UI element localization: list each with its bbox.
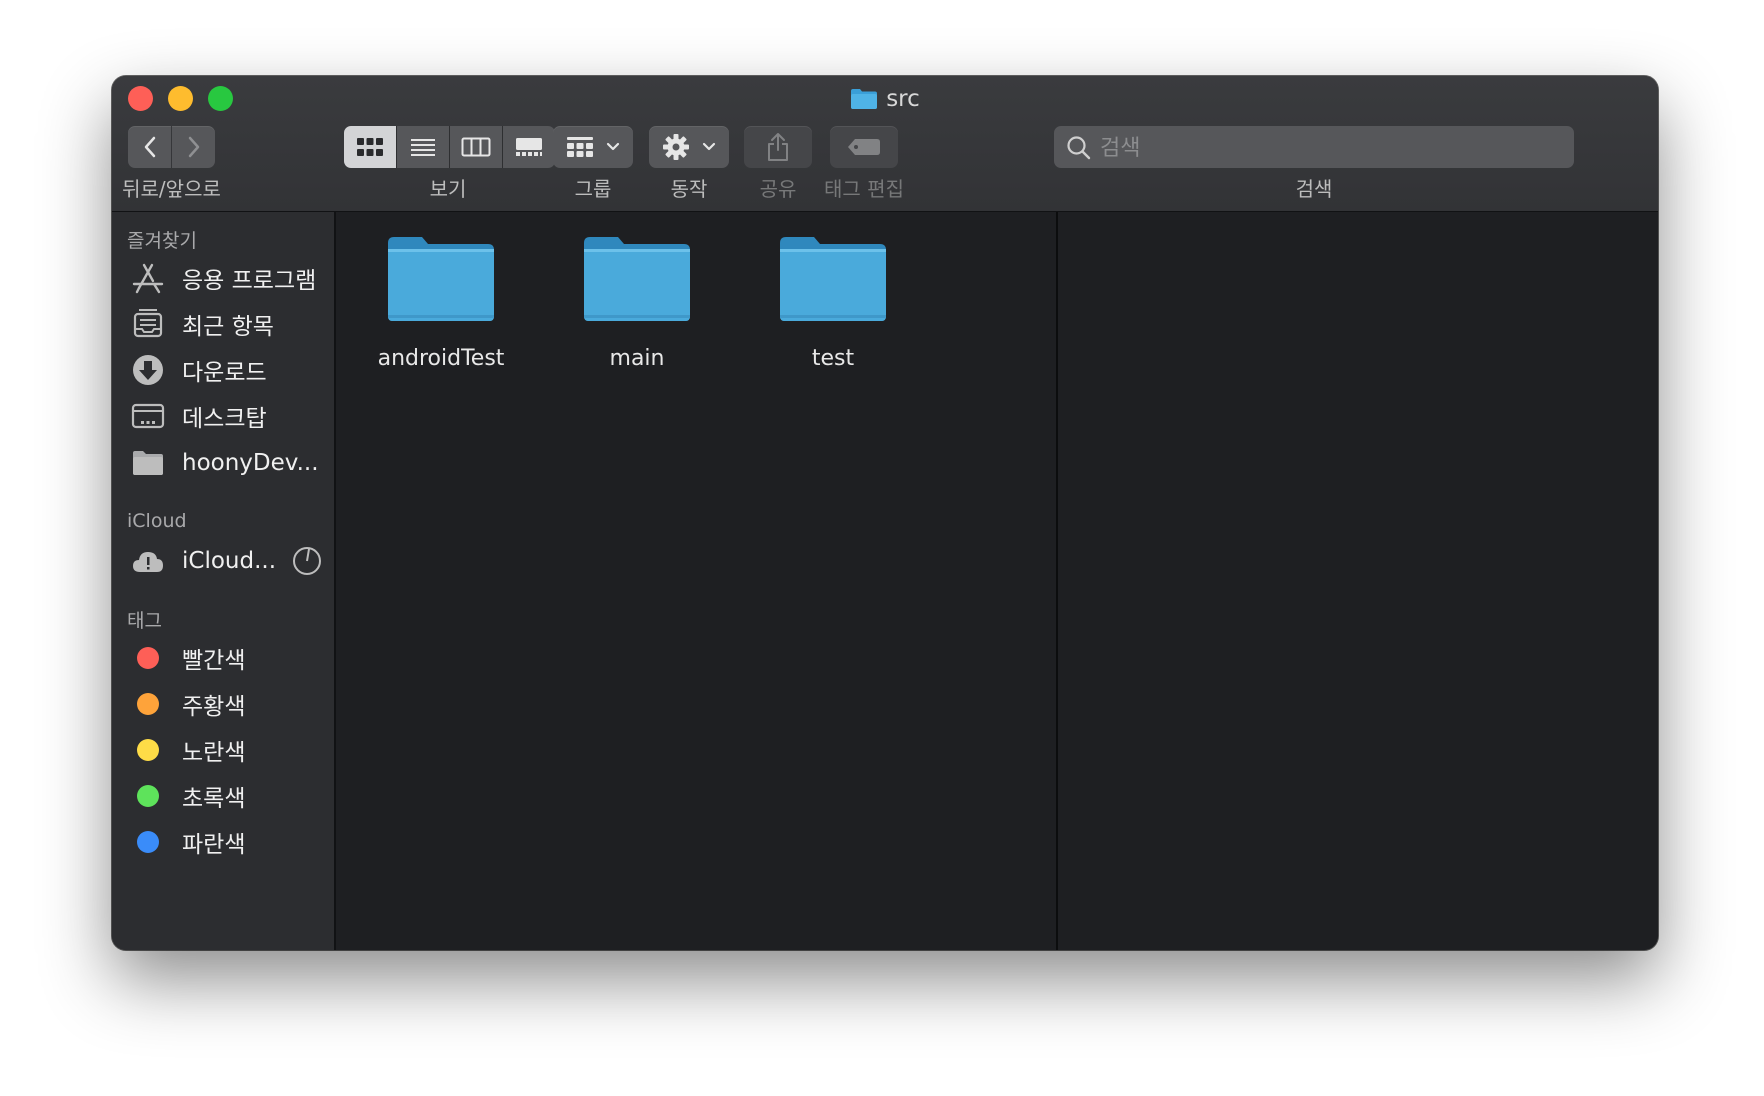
- downloads-icon: [128, 351, 168, 389]
- sidebar-item-label: 초록색: [182, 786, 246, 812]
- recents-icon: [128, 305, 168, 343]
- sidebar-item-desktop[interactable]: 데스크탑: [128, 397, 267, 435]
- sidebar-tag-orange[interactable]: 주황색: [128, 685, 245, 723]
- sidebar-item-label: 주황색: [182, 694, 246, 720]
- gallery-view-button[interactable]: [503, 126, 555, 168]
- folder-icon: [128, 444, 168, 482]
- view-label: 보기: [429, 177, 467, 201]
- icon-view-button[interactable]: [344, 126, 397, 168]
- tag-dot-green-icon: [137, 785, 159, 807]
- folder-icon: [584, 237, 690, 321]
- back-button[interactable]: [128, 126, 171, 168]
- search-field[interactable]: [1054, 126, 1574, 170]
- desktop-icon: [128, 397, 168, 435]
- gallery-icon: [516, 138, 542, 156]
- sidebar-item-label: 데스크탑: [182, 406, 267, 432]
- toolbar: src 뒤로/앞으로 보기 그룹 동작 공유 태그 편집 검색 검색: [112, 76, 1658, 212]
- gear-icon: [663, 134, 689, 160]
- applications-icon: [128, 259, 168, 297]
- folder-icon: [388, 237, 494, 321]
- sidebar-item-label: 최근 항목: [182, 314, 274, 340]
- sidebar-item-folder[interactable]: hoonyDev...: [128, 444, 319, 482]
- favorites-header: 즐겨찾기: [127, 230, 197, 252]
- action-button[interactable]: [649, 126, 729, 168]
- sidebar-item-label: iCloud...: [182, 548, 277, 574]
- tag-dot-blue-icon: [137, 831, 159, 853]
- sidebar-item-label: 다운로드: [182, 360, 267, 386]
- share-icon: [768, 133, 788, 161]
- sidebar-item-applications[interactable]: 응용 프로그램: [128, 259, 316, 297]
- tag-dot-red-icon: [137, 647, 159, 669]
- sidebar-item-icloud-drive[interactable]: iCloud...: [128, 542, 322, 580]
- nav-label: 뒤로/앞으로: [122, 177, 221, 201]
- progress-pie-icon: [293, 547, 322, 575]
- file-item[interactable]: androidTest: [356, 236, 526, 371]
- icloud-icon: [128, 542, 168, 580]
- file-item[interactable]: test: [748, 236, 918, 371]
- group-grid-icon: [567, 137, 593, 157]
- window-title-text: src: [886, 86, 920, 112]
- sidebar-item-label: 노란색: [182, 740, 246, 766]
- window-title: src: [112, 82, 1658, 116]
- grid-icon: [357, 138, 383, 156]
- share-label: 공유: [759, 177, 797, 201]
- edit-tags-button[interactable]: [830, 126, 898, 168]
- group-label: 그룹: [574, 177, 612, 201]
- tag-dot-orange-icon: [137, 693, 159, 715]
- chevron-down-icon: [606, 142, 620, 151]
- chevron-left-icon: [144, 136, 155, 158]
- list-view-button[interactable]: [397, 126, 450, 168]
- sidebar-tag-red[interactable]: 빨간색: [128, 639, 245, 677]
- icloud-header: iCloud: [127, 510, 187, 532]
- preview-pane: [1056, 212, 1658, 950]
- sidebar-item-label: hoonyDev...: [182, 450, 319, 476]
- folder-icon: [850, 86, 878, 120]
- sidebar-item-label: 파란색: [182, 832, 246, 858]
- sidebar-tag-yellow[interactable]: 노란색: [128, 731, 245, 769]
- sidebar-tag-blue[interactable]: 파란색: [128, 823, 245, 861]
- finder-window: src 뒤로/앞으로 보기 그룹 동작 공유 태그 편집 검색 검색 즐겨찾기 …: [112, 76, 1658, 950]
- sidebar-tag-green[interactable]: 초록색: [128, 777, 245, 815]
- sidebar-item-label: 빨간색: [182, 648, 246, 674]
- chevron-down-icon: [702, 142, 716, 151]
- view-mode-control: [344, 126, 555, 168]
- column-view-button[interactable]: [450, 126, 503, 168]
- file-name: main: [609, 346, 665, 371]
- file-name: androidTest: [377, 346, 505, 371]
- file-browser: androidTest main test: [336, 212, 1054, 950]
- edit-tags-label: 태그 편집: [824, 177, 904, 201]
- sidebar-item-recents[interactable]: 최근 항목: [128, 305, 274, 343]
- list-icon: [411, 139, 435, 156]
- sidebar-item-label: 응용 프로그램: [182, 268, 317, 294]
- tags-header: 태그: [127, 610, 162, 632]
- search-label: 검색: [1295, 177, 1333, 201]
- file-item[interactable]: main: [552, 236, 722, 371]
- search-input[interactable]: [1098, 126, 1562, 170]
- action-label: 동작: [670, 177, 708, 201]
- columns-icon: [461, 137, 491, 157]
- tag-icon: [848, 139, 880, 155]
- share-button[interactable]: [744, 126, 812, 168]
- folder-icon: [780, 237, 886, 321]
- sidebar-item-downloads[interactable]: 다운로드: [128, 351, 267, 389]
- sidebar: 즐겨찾기 응용 프로그램 최근 항목 다운로드 데스크탑 hoonyDev...…: [112, 212, 336, 950]
- forward-button[interactable]: [172, 126, 215, 168]
- search-icon: [1067, 136, 1091, 160]
- file-name: test: [811, 346, 855, 371]
- chevron-right-icon: [188, 136, 199, 158]
- group-button[interactable]: [553, 126, 633, 168]
- tag-dot-yellow-icon: [137, 739, 159, 761]
